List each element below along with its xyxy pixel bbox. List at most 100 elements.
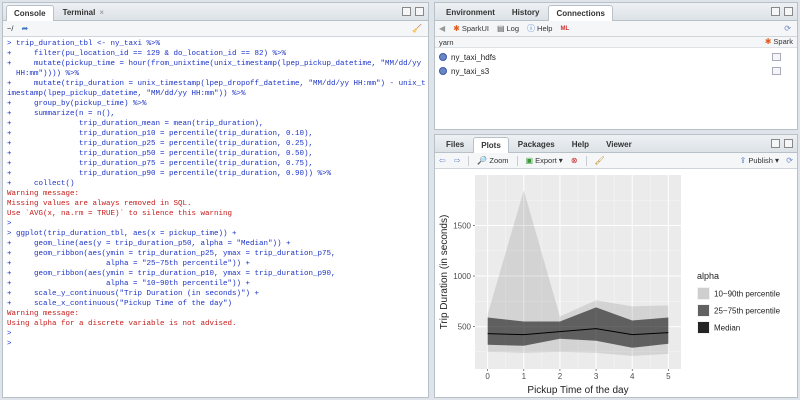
tab-help[interactable]: Help: [564, 136, 597, 152]
minimize-icon[interactable]: [771, 7, 780, 16]
console-line: + alpha = "10~90th percentile")) +: [7, 280, 251, 288]
tab-terminal-label: Terminal: [62, 8, 96, 17]
tab-history-label: History: [511, 8, 540, 17]
console-line: >: [7, 340, 12, 348]
export-label: Export: [535, 156, 557, 165]
remove-plot-icon[interactable]: ⊗: [571, 156, 578, 165]
close-icon[interactable]: ×: [99, 8, 104, 17]
zoom-button[interactable]: 🔎 Zoom: [477, 156, 508, 165]
connections-tabbar: Environment History Connections: [435, 3, 797, 21]
tab-connections[interactable]: Connections: [548, 5, 613, 21]
legend-swatch: [698, 305, 709, 316]
plots-pane: Files Plots Packages Help Viewer ⇦ ⇨ 🔎 Zo…: [434, 134, 798, 398]
tab-files-label: Files: [446, 140, 465, 149]
console-line: Warning message:: [7, 310, 80, 318]
back-arrow-icon[interactable]: ⇦: [439, 156, 446, 165]
console-output[interactable]: > trip_duration_tbl <- ny_taxi %>% + filt…: [3, 37, 428, 397]
log-icon: ▤: [496, 23, 505, 33]
tab-viewer[interactable]: Viewer: [598, 136, 640, 152]
console-line: Use `AVG(x, na.rm = TRUE)` to silence th…: [7, 210, 233, 218]
console-line: + trip_duration_p75 = percentile(trip_du…: [7, 160, 314, 168]
tab-packages-label: Packages: [517, 140, 555, 149]
table-icon[interactable]: [772, 53, 781, 61]
minimize-icon[interactable]: [771, 139, 780, 148]
window-controls: [771, 7, 793, 16]
back-icon[interactable]: ◀: [439, 24, 445, 33]
connection-list: ny_taxi_hdfs ny_taxi_s3: [435, 48, 797, 80]
console-line: + trip_duration_p50 = percentile(trip_du…: [7, 150, 314, 158]
forward-arrow-icon[interactable]: ⇨: [454, 156, 461, 165]
console-line: + collect(): [7, 180, 75, 188]
console-line: >: [7, 220, 12, 228]
sparkui-label: SparkUI: [461, 24, 489, 33]
console-line: + trip_duration_p90 = percentile(trip_du…: [7, 170, 332, 178]
table-icon[interactable]: [772, 67, 781, 75]
tab-environment[interactable]: Environment: [438, 4, 503, 20]
minimize-icon[interactable]: [402, 7, 411, 16]
sparkui-button[interactable]: ✱ SparkUI: [453, 24, 489, 33]
x-tick-label: 4: [630, 372, 635, 381]
tab-packages[interactable]: Packages: [510, 136, 563, 152]
x-tick-label: 5: [666, 372, 671, 381]
console-line: + summarize(n = n(),: [7, 110, 116, 118]
y-axis-label: Trip Duration (in seconds): [439, 215, 450, 330]
maximize-icon[interactable]: [784, 7, 793, 16]
console-line: + geom_ribbon(aes(ymin = trip_duration_p…: [7, 250, 336, 258]
console-line: imestamp(lpep_pickup_datetime, "MM/dd/yy…: [7, 90, 246, 98]
legend-title: alpha: [697, 271, 719, 281]
connection-name: ny_taxi_hdfs: [451, 52, 496, 62]
console-line: + trip_duration_p10 = percentile(trip_du…: [7, 130, 314, 138]
ml-icon[interactable]: ML: [560, 25, 569, 33]
x-tick-label: 3: [594, 372, 599, 381]
y-tick-label: 1500: [453, 222, 471, 231]
tab-plots[interactable]: Plots: [473, 137, 509, 153]
console-tabbar: Console Terminal ×: [3, 3, 428, 21]
tab-viewer-label: Viewer: [606, 140, 632, 149]
zoom-icon: 🔎: [477, 155, 488, 165]
legend-swatch: [698, 322, 709, 333]
connection-item[interactable]: ny_taxi_s3: [439, 64, 793, 78]
tab-environment-label: Environment: [446, 8, 495, 17]
publish-button[interactable]: ⇪ Publish ▾: [740, 156, 779, 165]
tab-connections-label: Connections: [556, 9, 605, 18]
clear-plots-icon[interactable]: 🖌: [595, 156, 605, 165]
spark-button[interactable]: ✱ Spark: [765, 37, 793, 46]
tab-history[interactable]: History: [504, 4, 548, 20]
database-icon: [439, 67, 447, 75]
maximize-icon[interactable]: [784, 139, 793, 148]
spark-icon: ✱: [453, 23, 460, 33]
help-icon: ⓘ: [527, 23, 536, 33]
console-path-bar: ~/ ➦ 🧹: [3, 21, 428, 37]
help-button[interactable]: ⓘ Help: [527, 24, 552, 33]
console-path: ~/: [7, 24, 14, 33]
tab-terminal[interactable]: Terminal ×: [55, 4, 112, 20]
maximize-icon[interactable]: [415, 7, 424, 16]
console-line: > ggplot(trip_duration_tbl, aes(x = pick…: [7, 230, 237, 238]
connection-type: yarn: [439, 38, 454, 47]
export-icon: ▣: [525, 155, 534, 165]
tab-plots-label: Plots: [481, 141, 501, 150]
refresh-icon[interactable]: ⟳: [784, 24, 791, 33]
console-line: >: [7, 330, 12, 338]
chevron-down-icon: ▾: [558, 155, 563, 165]
refresh-icon[interactable]: ⟳: [786, 156, 793, 165]
console-line: + trip_duration_p25 = percentile(trip_du…: [7, 140, 314, 148]
legend-label: 25~75th percentile: [714, 307, 781, 316]
tab-console-label: Console: [14, 9, 46, 18]
console-line: + scale_y_continuous("Trip Duration (in …: [7, 290, 260, 298]
go-to-directory-icon[interactable]: ➦: [21, 24, 28, 33]
tab-files[interactable]: Files: [438, 136, 472, 152]
chevron-down-icon: ▾: [774, 155, 779, 165]
trip-duration-chart: 500 1000 1500 0 1 2 3 4 5 Pickup Time of the day T…: [439, 175, 781, 396]
help-label: Help: [537, 24, 553, 33]
console-line: + alpha = "25~75th percentile")) +: [7, 260, 251, 268]
plot-area: 500 1000 1500 0 1 2 3 4 5 Pickup Time of the day T…: [435, 169, 797, 397]
export-button[interactable]: ▣ Export ▾: [526, 156, 563, 165]
console-line: Warning message:: [7, 190, 80, 198]
window-controls: [402, 7, 424, 16]
connection-item[interactable]: ny_taxi_hdfs: [439, 50, 793, 64]
log-button[interactable]: ▤ Log: [497, 24, 519, 33]
spark-label: Spark: [773, 37, 793, 46]
tab-console[interactable]: Console: [6, 5, 54, 21]
clear-console-icon[interactable]: 🧹: [412, 24, 422, 33]
